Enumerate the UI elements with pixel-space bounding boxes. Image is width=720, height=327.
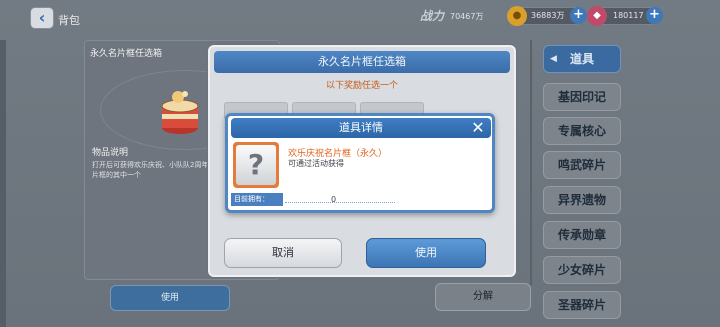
add-gem-button[interactable]: + — [646, 7, 663, 24]
left-edge-strip — [0, 40, 6, 327]
item-icon-frame: ? — [233, 142, 279, 188]
tab-otherworld-relic[interactable]: 异界遗物 — [543, 186, 621, 214]
scroll-track[interactable] — [530, 40, 532, 285]
power-label: 战力 — [420, 9, 445, 23]
owned-count-row: 目前拥有： 0 — [231, 193, 491, 206]
cancel-button[interactable]: 取消 — [224, 238, 342, 268]
active-arrow-icon: ◀ — [550, 54, 557, 64]
description-heading: 物品说明 — [92, 148, 129, 158]
add-gold-button[interactable]: + — [570, 7, 587, 24]
gold-value: 36883万 — [531, 11, 565, 20]
chooser-title: 永久名片框任选箱 — [214, 51, 510, 73]
gem-icon: ◆ — [587, 6, 607, 26]
page-title: 背包 — [58, 14, 80, 27]
power-value: 70467万 — [450, 12, 484, 21]
question-mark-icon: ? — [236, 145, 276, 185]
owned-value: 0 — [331, 195, 337, 204]
gem-resource: ◆ 180117 + — [587, 6, 663, 26]
gift-drum-icon — [158, 88, 202, 136]
tab-label: 道具 — [569, 52, 594, 66]
tab-exclusive-core[interactable]: 专属核心 — [543, 117, 621, 145]
dotted-divider — [285, 202, 395, 203]
tab-gene-imprint[interactable]: 基因印记 — [543, 83, 621, 111]
description-text: 打开后可获得欢乐庆祝、小队队2周年名片框的其中一个 — [92, 161, 216, 179]
split-item-button[interactable]: 分解 — [435, 283, 531, 311]
owned-label: 目前拥有： — [231, 193, 283, 206]
tab-holy-relic-fragment[interactable]: 圣器碎片 — [543, 291, 621, 319]
tab-girl-fragment[interactable]: 少女碎片 — [543, 256, 621, 284]
chooser-subtitle: 以下奖励任选一个 — [325, 81, 398, 91]
coin-icon: ● — [507, 6, 527, 26]
item-title: 永久名片框任选箱 — [90, 49, 163, 59]
tab-legacy-medal[interactable]: 传承勋章 — [543, 221, 621, 249]
confirm-use-button[interactable]: 使用 — [366, 238, 486, 268]
gold-resource: ● 36883万 + — [507, 6, 587, 26]
gem-value: 180117 — [613, 11, 644, 20]
tab-weapon-fragment[interactable]: 鸣武碎片 — [543, 151, 621, 179]
detail-title: 道具详情 — [231, 118, 491, 138]
back-button[interactable]: ‹ — [30, 7, 54, 29]
use-item-button[interactable]: 使用 — [110, 285, 230, 311]
close-icon[interactable]: ✕ — [468, 119, 488, 137]
tab-items[interactable]: ◀ 道具 — [543, 45, 621, 73]
item-source: 可通过活动获得 — [288, 159, 344, 168]
